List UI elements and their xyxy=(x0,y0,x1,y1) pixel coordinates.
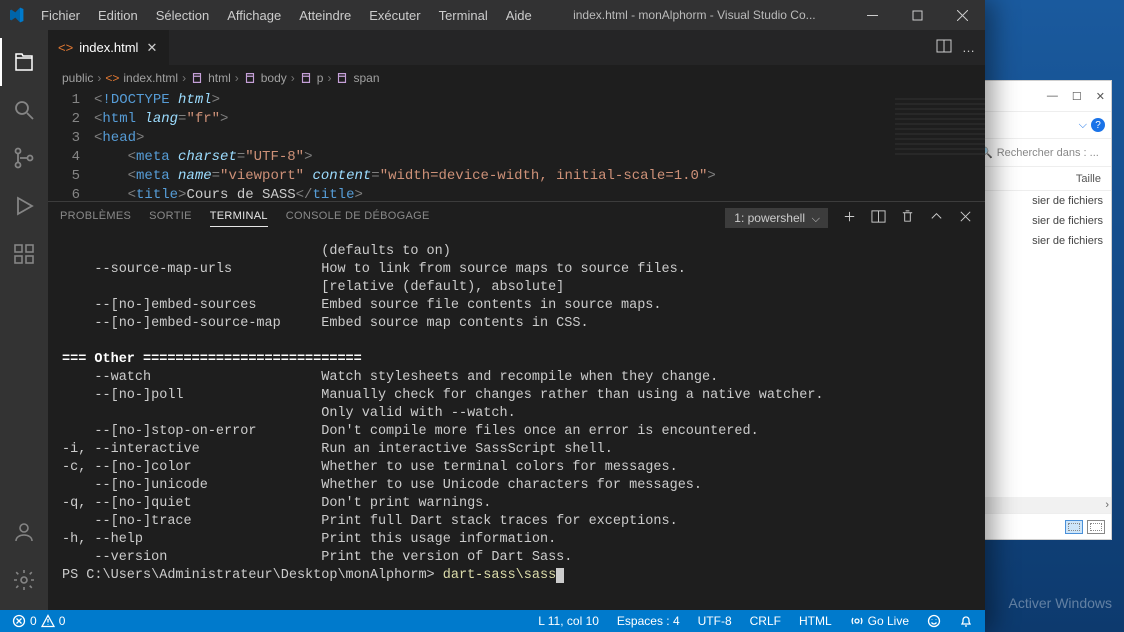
code-line[interactable]: 3<head> xyxy=(48,129,985,148)
window-title: index.html - monAlphorm - Visual Studio … xyxy=(539,8,850,22)
kill-terminal-icon[interactable] xyxy=(900,209,915,227)
breadcrumb-p[interactable]: p xyxy=(299,71,324,85)
bgwin-maximize-icon[interactable]: ☐ xyxy=(1072,90,1082,103)
status-language[interactable]: HTML xyxy=(795,610,836,632)
settings-gear-icon[interactable] xyxy=(0,556,48,604)
extensions-icon[interactable] xyxy=(0,230,48,278)
tab-index-html[interactable]: <> index.html ✕ xyxy=(48,30,170,65)
maximize-button[interactable] xyxy=(895,0,940,30)
account-icon[interactable] xyxy=(0,508,48,556)
status-encoding[interactable]: UTF-8 xyxy=(694,610,736,632)
tab-bar: <> index.html ✕ … xyxy=(48,30,985,65)
panel-tab-debug[interactable]: CONSOLE DE DÉBOGAGE xyxy=(286,210,430,226)
status-bell-icon[interactable] xyxy=(955,610,977,632)
code-line[interactable]: 4 <meta charset="UTF-8"> xyxy=(48,148,985,167)
panel: PROBLÈMES SORTIE TERMINAL CONSOLE DE DÉB… xyxy=(48,201,985,610)
tab-label: index.html xyxy=(79,40,138,55)
activity-bar xyxy=(0,30,48,610)
panel-tab-terminal[interactable]: TERMINAL xyxy=(210,210,268,227)
menu-sélection[interactable]: Sélection xyxy=(149,4,216,27)
breadcrumb[interactable]: public›<> index.html›html›body›p›span xyxy=(48,65,985,91)
code-line[interactable]: 2<html lang="fr"> xyxy=(48,110,985,129)
panel-tab-output[interactable]: SORTIE xyxy=(149,210,192,226)
split-terminal-icon[interactable] xyxy=(871,209,886,227)
breadcrumb-body[interactable]: body xyxy=(243,71,287,85)
view-details-icon[interactable] xyxy=(1065,520,1083,534)
file-row[interactable]: sier de fichiers xyxy=(973,231,1111,251)
new-terminal-icon[interactable] xyxy=(842,209,857,227)
code-line[interactable]: 5 <meta name="viewport" content="width=d… xyxy=(48,167,985,186)
horizontal-scrollbar[interactable]: › xyxy=(973,497,1111,513)
vscode-logo-icon xyxy=(8,7,24,23)
breadcrumb-span[interactable]: span xyxy=(335,71,379,85)
watermark-line1: Activer Windows xyxy=(1009,595,1112,612)
close-button[interactable] xyxy=(940,0,985,30)
column-size[interactable]: Taille xyxy=(1076,173,1101,185)
terminal-selector[interactable]: 1: powershell xyxy=(725,208,828,228)
bgwin-minimize-icon[interactable]: — xyxy=(1047,90,1058,102)
menu-affichage[interactable]: Affichage xyxy=(220,4,288,27)
terminal-cursor xyxy=(556,568,564,583)
status-feedback-icon[interactable] xyxy=(923,610,945,632)
titlebar: FichierEditionSélectionAffichageAtteindr… xyxy=(0,0,985,30)
panel-maximize-icon[interactable] xyxy=(929,209,944,227)
code-line[interactable]: 6 <title>Cours de SASS</title> xyxy=(48,186,985,201)
view-large-icon[interactable] xyxy=(1087,520,1105,534)
html-file-icon: <> xyxy=(58,40,73,55)
menu-aide[interactable]: Aide xyxy=(499,4,539,27)
menu-exécuter[interactable]: Exécuter xyxy=(362,4,427,27)
minimize-button[interactable] xyxy=(850,0,895,30)
more-actions-icon[interactable]: … xyxy=(962,40,975,55)
source-control-icon[interactable] xyxy=(0,134,48,182)
code-line[interactable]: 1<!DOCTYPE html> xyxy=(48,91,985,110)
menu-terminal[interactable]: Terminal xyxy=(432,4,495,27)
vscode-window: FichierEditionSélectionAffichageAtteindr… xyxy=(0,0,985,632)
status-errors[interactable]: 0 0 xyxy=(8,610,69,632)
minimap[interactable] xyxy=(895,95,985,155)
status-spaces[interactable]: Espaces : 4 xyxy=(613,610,684,632)
breadcrumb-index.html[interactable]: <> index.html xyxy=(105,71,178,85)
panel-tab-problems[interactable]: PROBLÈMES xyxy=(60,210,131,226)
split-editor-icon[interactable] xyxy=(936,38,952,57)
close-tab-icon[interactable]: ✕ xyxy=(144,38,159,58)
breadcrumb-public[interactable]: public xyxy=(62,71,93,85)
background-explorer-window: — ☐ ✕ ⌵ ? 🔍 Rechercher dans : ... Taille… xyxy=(972,80,1112,540)
help-icon[interactable]: ? xyxy=(1091,118,1105,132)
explorer-icon[interactable] xyxy=(0,38,48,86)
status-bar: 0 0 L 11, col 10 Espaces : 4 UTF-8 CRLF … xyxy=(0,610,985,632)
terminal-output[interactable]: (defaults to on) --source-map-urls How t… xyxy=(48,235,985,610)
status-eol[interactable]: CRLF xyxy=(746,610,785,632)
chevron-down-icon[interactable]: ⌵ xyxy=(1079,119,1087,132)
file-row[interactable]: sier de fichiers xyxy=(973,191,1111,211)
panel-close-icon[interactable] xyxy=(958,209,973,227)
search-placeholder[interactable]: Rechercher dans : ... xyxy=(997,147,1099,159)
menu-fichier[interactable]: Fichier xyxy=(34,4,87,27)
status-golive[interactable]: Go Live xyxy=(846,610,913,632)
run-debug-icon[interactable] xyxy=(0,182,48,230)
breadcrumb-html[interactable]: html xyxy=(190,71,231,85)
search-icon[interactable] xyxy=(0,86,48,134)
menu-atteindre[interactable]: Atteindre xyxy=(292,4,358,27)
file-row[interactable]: sier de fichiers xyxy=(973,211,1111,231)
status-ln-col[interactable]: L 11, col 10 xyxy=(534,610,603,632)
editor[interactable]: 1<!DOCTYPE html>2<html lang="fr">3<head>… xyxy=(48,91,985,201)
bgwin-close-icon[interactable]: ✕ xyxy=(1096,90,1105,103)
menu-edition[interactable]: Edition xyxy=(91,4,145,27)
